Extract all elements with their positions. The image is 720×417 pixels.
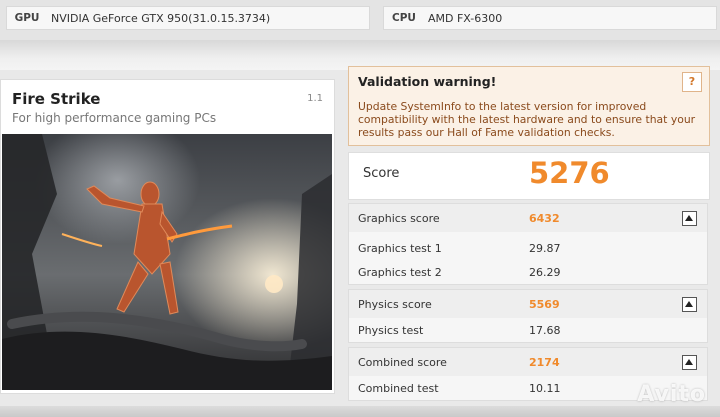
- graphics-test-1-label: Graphics test 1: [358, 242, 442, 255]
- gpu-label: GPU: [14, 12, 40, 24]
- test-subtitle: For high performance gaming PCs: [12, 111, 217, 125]
- physics-score-row[interactable]: Physics score 5569: [348, 289, 708, 318]
- collapse-arrow-icon[interactable]: [682, 355, 697, 370]
- overall-score: Score 5276: [348, 152, 710, 200]
- combined-score-label: Combined score: [358, 356, 447, 369]
- collapse-arrow-icon[interactable]: [682, 297, 697, 312]
- background-footer: [0, 406, 720, 417]
- test-card: Fire Strike For high performance gaming …: [0, 79, 335, 394]
- avito-watermark: Avito: [637, 382, 706, 407]
- combined-test-value: 10.11: [529, 382, 561, 395]
- graphics-score-row[interactable]: Graphics score 6432: [348, 203, 708, 232]
- validation-warning-message: Update SystemInfo to the latest version …: [358, 100, 696, 139]
- gpu-info: GPU NVIDIA GeForce GTX 950(31.0.15.3734): [6, 6, 370, 30]
- combined-score-value: 2174: [529, 356, 560, 369]
- artwork-image: [2, 134, 332, 390]
- graphics-test-1-row: Graphics test 1 29.87: [349, 236, 707, 260]
- graphics-score-value: 6432: [529, 212, 560, 225]
- graphics-score-label: Graphics score: [358, 212, 440, 225]
- validation-warning: Validation warning! ? Update SystemInfo …: [348, 66, 710, 146]
- physics-score-label: Physics score: [358, 298, 432, 311]
- validation-warning-title: Validation warning!: [358, 74, 497, 89]
- physics-test-value: 17.68: [529, 324, 561, 337]
- graphics-test-2-label: Graphics test 2: [358, 266, 442, 279]
- physics-score-value: 5569: [529, 298, 560, 311]
- graphics-test-1-value: 29.87: [529, 242, 561, 255]
- cpu-label: CPU: [392, 12, 416, 24]
- test-version: 1.1: [307, 93, 323, 104]
- physics-test-label: Physics test: [358, 324, 424, 337]
- score-label: Score: [363, 166, 400, 181]
- test-title: Fire Strike: [12, 90, 101, 108]
- combined-test-label: Combined test: [358, 382, 439, 395]
- score-value: 5276: [529, 156, 610, 190]
- fire-strike-artwork: [2, 134, 332, 390]
- system-info-bar: GPU NVIDIA GeForce GTX 950(31.0.15.3734)…: [0, 0, 720, 40]
- gpu-value: NVIDIA GeForce GTX 950(31.0.15.3734): [51, 11, 271, 25]
- cpu-value: AMD FX-6300: [428, 11, 503, 25]
- question-icon[interactable]: ?: [682, 72, 702, 92]
- physics-test-row: Physics test 17.68: [349, 318, 707, 342]
- graphics-test-2-row: Graphics test 2 26.29: [349, 260, 707, 284]
- cpu-info: CPU AMD FX-6300: [383, 6, 717, 30]
- physics-tests: Physics test 17.68: [348, 318, 708, 343]
- combined-score-row[interactable]: Combined score 2174: [348, 347, 708, 376]
- graphics-test-2-value: 26.29: [529, 266, 561, 279]
- collapse-arrow-icon[interactable]: [682, 211, 697, 226]
- graphics-tests: Graphics test 1 29.87 Graphics test 2 26…: [348, 232, 708, 285]
- score-breakdown: Graphics score 6432 Graphics test 1 29.8…: [348, 203, 708, 401]
